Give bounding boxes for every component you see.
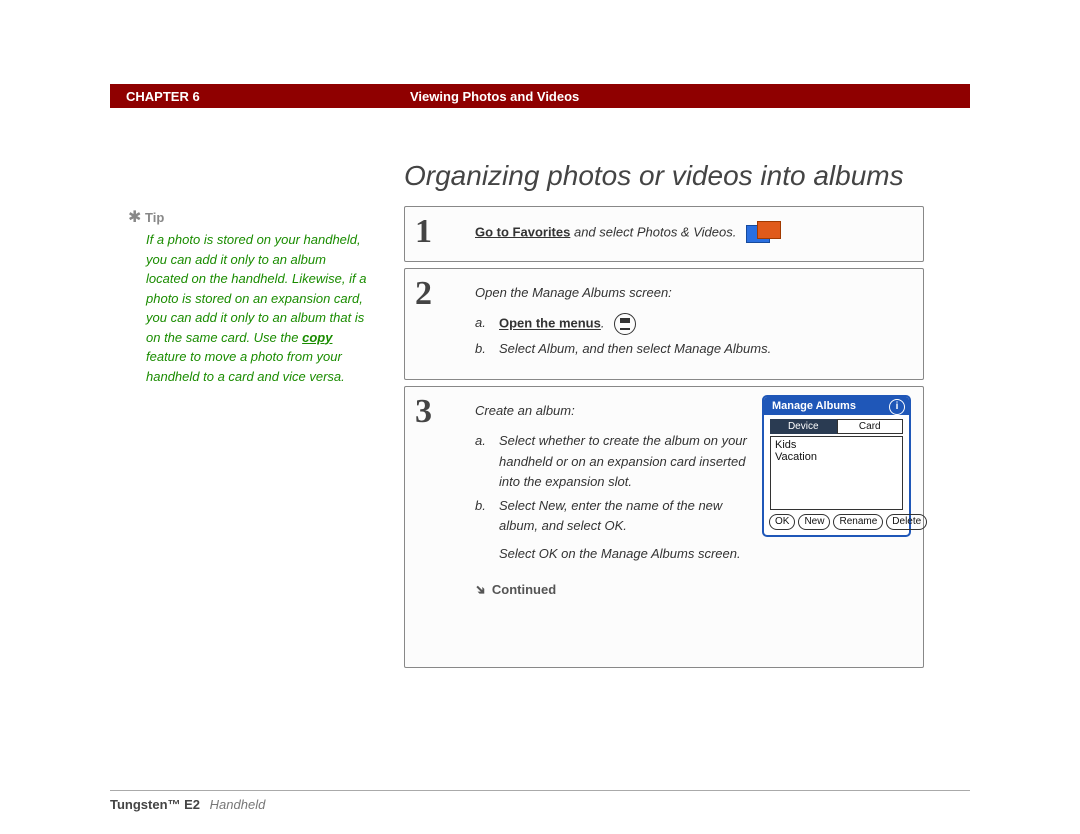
dialog-titlebar: Manage Albums i	[764, 397, 909, 415]
step-3: 3 Create an album: a. Select whether to …	[404, 386, 924, 668]
step3-intro: Create an album:	[475, 401, 753, 421]
tab-card[interactable]: Card	[837, 419, 904, 434]
step-number: 2	[415, 275, 432, 313]
favorites-link[interactable]: Go to Favorites	[475, 224, 570, 239]
photos-videos-icon	[746, 221, 780, 245]
menus-icon	[614, 313, 636, 335]
step3-b: Select New, enter the name of the new al…	[499, 496, 753, 536]
new-button[interactable]: New	[798, 514, 830, 530]
copy-link[interactable]: copy	[302, 330, 332, 345]
step-number: 3	[415, 393, 432, 431]
chapter-label: CHAPTER 6	[126, 89, 200, 104]
step1-text: and select Photos & Videos.	[570, 224, 736, 239]
page-section-title: Viewing Photos and Videos	[410, 89, 579, 104]
list-item[interactable]: Kids	[775, 439, 898, 451]
list-item[interactable]: Vacation	[775, 451, 898, 463]
tip-text-post: feature to move a photo from your handhe…	[146, 349, 345, 384]
tip-sidebar: ✱ Tip If a photo is stored on your handh…	[128, 206, 368, 386]
album-list[interactable]: Kids Vacation	[770, 436, 903, 510]
rename-button[interactable]: Rename	[833, 514, 883, 530]
continued-indicator: ➔Continued	[475, 580, 753, 600]
step3-tail: Select OK on the Manage Albums screen.	[499, 544, 753, 564]
page-title: Organizing photos or videos into albums	[404, 160, 904, 192]
step-number: 1	[415, 213, 432, 251]
ok-button[interactable]: OK	[769, 514, 795, 530]
step2-intro: Open the Manage Albums screen:	[475, 283, 907, 303]
page-footer: Tungsten™ E2 Handheld	[110, 790, 970, 812]
tip-text-pre: If a photo is stored on your handheld, y…	[146, 232, 366, 345]
step-1: 1 Go to Favorites and select Photos & Vi…	[404, 206, 924, 262]
substep-label: b.	[475, 339, 489, 359]
substep-label: a.	[475, 313, 489, 333]
tip-label: Tip	[145, 210, 164, 225]
tab-device[interactable]: Device	[770, 419, 837, 434]
steps-column: 1 Go to Favorites and select Photos & Vi…	[404, 206, 924, 674]
step3-a: Select whether to create the album on yo…	[499, 431, 753, 491]
page-header: CHAPTER 6 Viewing Photos and Videos	[110, 84, 970, 108]
product-sub: Handheld	[210, 797, 266, 812]
step-2: 2 Open the Manage Albums screen: a. Open…	[404, 268, 924, 380]
dialog-title: Manage Albums	[772, 400, 856, 412]
substep-label: a.	[475, 431, 489, 451]
tip-star-icon: ✱	[128, 209, 141, 226]
substep-label: b.	[475, 496, 489, 516]
delete-button[interactable]: Delete	[886, 514, 927, 530]
open-menus-link[interactable]: Open the menus	[499, 316, 601, 331]
product-name: Tungsten™ E2	[110, 797, 200, 812]
manage-albums-dialog: Manage Albums i Device Card Kids Vacatio…	[762, 395, 911, 537]
continued-arrow-icon: ➔	[469, 579, 491, 601]
step2-b: Select Album, and then select Manage Alb…	[499, 339, 771, 359]
info-icon[interactable]: i	[889, 399, 905, 415]
